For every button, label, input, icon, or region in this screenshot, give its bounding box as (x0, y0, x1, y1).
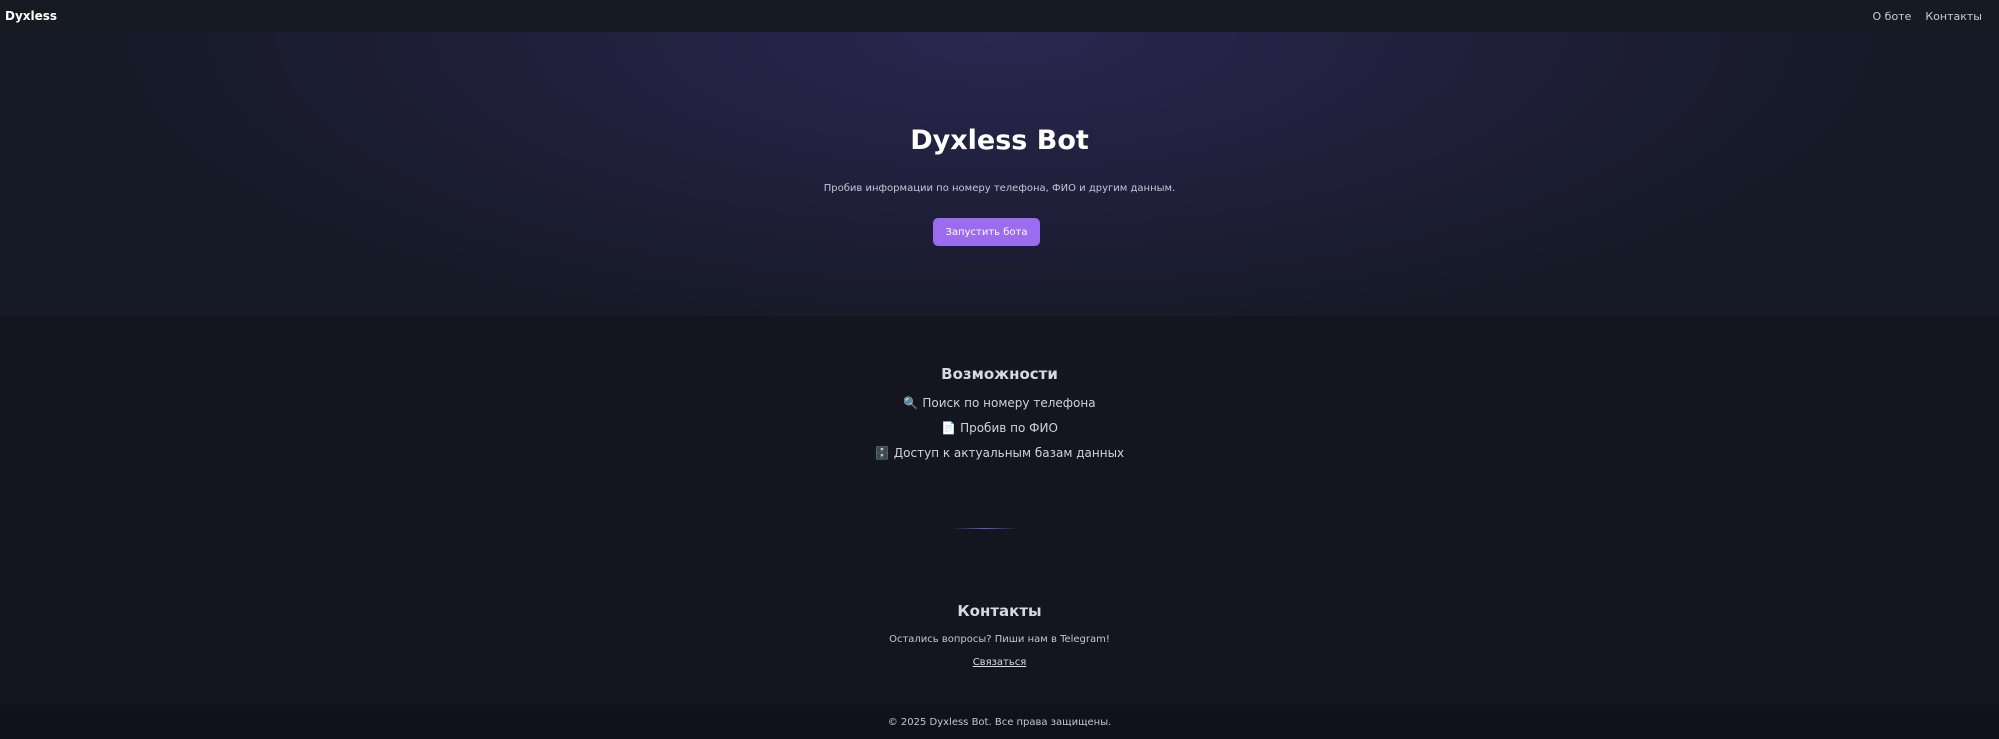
brand-logo[interactable]: Dyxless (5, 9, 57, 23)
nav-links: О боте Контакты (1873, 10, 1982, 23)
feature-text: Пробив по ФИО (960, 421, 1058, 435)
feature-item: 🔍 Поиск по номеру телефона (0, 396, 1999, 421)
contact-link[interactable]: Связаться (973, 657, 1027, 668)
hero-section: Dyxless Bot Пробив информации по номеру … (0, 32, 1999, 316)
footer: © 2025 Dyxless Bot. Все права защищены. (0, 705, 1999, 739)
nav-link-about[interactable]: О боте (1873, 10, 1912, 23)
feature-list: 🔍 Поиск по номеру телефона 📄 Пробив по ФИО… (0, 396, 1999, 471)
launch-bot-button[interactable]: Запустить бота (933, 218, 1040, 246)
features-title: Возможности (941, 365, 1058, 383)
feature-text: Поиск по номеру телефона (922, 396, 1096, 410)
hero-title: Dyxless Bot (910, 125, 1089, 156)
magnifier-icon: 🔍 (903, 396, 919, 410)
section-divider (952, 528, 1018, 529)
document-icon: 📄 (941, 421, 957, 435)
feature-item: 🗄️ Доступ к актуальным базам данных (0, 446, 1999, 471)
nav-link-contacts[interactable]: Контакты (1925, 10, 1982, 23)
footer-copyright: © 2025 Dyxless Bot. Все права защищены. (887, 716, 1112, 728)
contacts-link-wrapper: Связаться (0, 657, 1999, 668)
feature-text: Доступ к актуальным базам данных (893, 446, 1125, 460)
contacts-title: Контакты (957, 602, 1042, 620)
feature-item: 📄 Пробив по ФИО (0, 421, 1999, 446)
file-cabinet-icon: 🗄️ (874, 446, 890, 460)
navbar: Dyxless О боте Контакты (0, 0, 1999, 32)
hero-subtitle: Пробив информации по номеру телефона, ФИ… (823, 183, 1176, 194)
page: Dyxless О боте Контакты Dyxless Bot Проб… (0, 0, 1999, 739)
contacts-text: Остались вопросы? Пиши нам в Telegram! (889, 634, 1110, 645)
